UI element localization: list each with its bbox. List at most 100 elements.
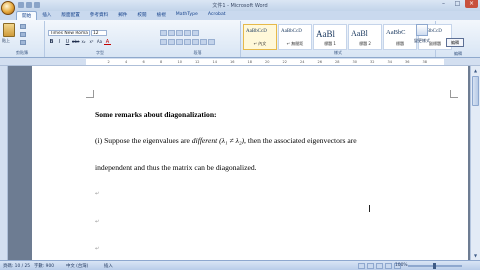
scroll-up-icon[interactable]: ▲ xyxy=(472,67,479,74)
text-run: , then the associated eigenvectors are xyxy=(244,136,357,145)
web-layout-icon[interactable] xyxy=(376,263,383,269)
tab-page-layout[interactable]: 版面配置 xyxy=(56,11,84,20)
doc-heading[interactable]: Some remarks about diagonalization: xyxy=(95,110,217,119)
tab-review[interactable]: 校閱 xyxy=(132,11,151,20)
bullets-icon[interactable] xyxy=(160,30,167,36)
ruler-tick-label: 8 xyxy=(160,60,163,64)
style-heading-1[interactable]: AaBl 標題 1 xyxy=(313,24,347,50)
multilevel-list-icon[interactable] xyxy=(176,30,183,36)
ruler-tick-label: 38 xyxy=(422,60,427,64)
vertical-scrollbar[interactable]: ▲ ▼ xyxy=(470,66,480,260)
title-bar: 文件1 - Microsoft Word – □ × xyxy=(0,0,480,11)
language-indicator[interactable]: 中文 (台灣) xyxy=(66,263,88,269)
ruler-tick-label: 30 xyxy=(352,60,357,64)
edit-group-label: 編輯 xyxy=(454,51,462,56)
crop-mark xyxy=(86,90,94,98)
bold-button[interactable]: B xyxy=(48,39,55,45)
ruler-tick-label: 36 xyxy=(405,60,410,64)
font-color-button[interactable]: A xyxy=(104,39,111,45)
tab-insert[interactable]: 插入 xyxy=(37,11,56,20)
insert-mode[interactable]: 插入 xyxy=(104,263,113,269)
doc-paragraph-1[interactable]: (i) Suppose the eigenvalues are differen… xyxy=(95,136,357,145)
horizontal-ruler[interactable]: 2 4 6 8 10 12 14 16 18 20 22 24 26 28 30 32 34 36 38 xyxy=(0,58,480,66)
cut-icon[interactable] xyxy=(20,24,26,29)
edit-tooltip[interactable]: 編輯 xyxy=(446,38,464,47)
superscript-button[interactable]: x² xyxy=(88,39,95,45)
italic-button[interactable]: I xyxy=(56,39,63,45)
line-spacing-icon[interactable] xyxy=(192,39,199,45)
style-normal[interactable]: AaBbCcD ↵ 內文 xyxy=(243,24,277,50)
style-name: 標題 2 xyxy=(359,41,371,46)
tab-references[interactable]: 參考資料 xyxy=(85,11,113,20)
office-button[interactable] xyxy=(1,1,15,15)
change-case-button[interactable]: Aa xyxy=(96,39,103,45)
style-heading-2[interactable]: AaBl 標題 2 xyxy=(348,24,382,50)
ruler-tick-label: 6 xyxy=(142,60,145,64)
print-layout-icon[interactable] xyxy=(358,263,365,269)
align-left-icon[interactable] xyxy=(160,39,167,45)
style-sample: AaBbCcD xyxy=(246,29,267,34)
format-painter-icon[interactable] xyxy=(20,40,26,45)
clipboard-group-label: 剪貼簿 xyxy=(16,50,28,55)
borders-icon[interactable] xyxy=(208,39,215,45)
document-page[interactable]: Some remarks about diagonalization: (i) … xyxy=(32,66,468,260)
page-count[interactable]: 頁碼: 10 / 25 xyxy=(3,263,30,269)
ruler-tick-label: 12 xyxy=(195,60,200,64)
ruler-tick-label: 34 xyxy=(387,60,392,64)
shading-icon[interactable] xyxy=(200,39,207,45)
style-no-spacing[interactable]: AaBbCcD ↵ 無間距 xyxy=(278,24,312,50)
tab-home[interactable]: 開始 xyxy=(16,11,38,20)
math-expression: (λ₁ ≠ λ₂) xyxy=(217,136,245,145)
full-screen-reading-icon[interactable] xyxy=(367,263,374,269)
ribbon: 貼上 剪貼簿 字型 Times New Roma 12 B I U abe x₂… xyxy=(0,20,480,58)
window-controls: – □ × xyxy=(437,0,478,8)
close-button[interactable]: × xyxy=(465,0,478,8)
style-sample: AaBl xyxy=(351,29,368,38)
window-title: 文件1 - Microsoft Word xyxy=(212,3,268,9)
mouse-cursor-icon xyxy=(369,205,370,212)
increase-indent-icon[interactable] xyxy=(192,30,199,36)
zoom-slider[interactable] xyxy=(408,263,462,269)
vertical-ruler[interactable] xyxy=(0,66,8,260)
ruler-tick-label: 14 xyxy=(212,60,217,64)
change-styles-icon xyxy=(416,24,428,36)
ruler-tick-label: 24 xyxy=(300,60,305,64)
align-center-icon[interactable] xyxy=(168,39,175,45)
ruler-tick-label: 18 xyxy=(247,60,252,64)
crop-mark xyxy=(450,90,458,98)
font-size-input[interactable]: 12 xyxy=(91,30,107,36)
ruler-tick-label: 16 xyxy=(230,60,235,64)
scroll-thumb[interactable] xyxy=(472,76,479,106)
copy-icon[interactable] xyxy=(20,32,26,37)
underline-button[interactable]: U xyxy=(64,39,71,45)
strikethrough-button[interactable]: abe xyxy=(72,39,79,45)
status-bar: 頁碼: 10 / 25 字數: 900 中文 (台灣) 插入 100% xyxy=(0,260,480,270)
paste-icon[interactable] xyxy=(3,23,15,37)
tab-mailings[interactable]: 郵件 xyxy=(113,11,132,20)
paste-label: 貼上 xyxy=(2,38,10,43)
justify-icon[interactable] xyxy=(184,39,191,45)
word-count[interactable]: 字數: 900 xyxy=(34,263,54,269)
ruler-tick-label: 10 xyxy=(177,60,182,64)
tab-view[interactable]: 檢視 xyxy=(152,11,171,20)
ruler-tick-label: 20 xyxy=(265,60,270,64)
scroll-down-icon[interactable]: ▼ xyxy=(472,252,479,259)
decrease-indent-icon[interactable] xyxy=(184,30,191,36)
outline-icon[interactable] xyxy=(385,263,392,269)
maximize-button[interactable]: □ xyxy=(451,0,464,8)
doc-paragraph-2[interactable]: independent and thus the matrix can be d… xyxy=(95,163,257,172)
minimize-button[interactable]: – xyxy=(437,0,450,8)
subscript-button[interactable]: x₂ xyxy=(80,39,87,45)
align-right-icon[interactable] xyxy=(176,39,183,45)
zoom-slider-knob[interactable] xyxy=(433,263,436,269)
style-name: ↵ 內文 xyxy=(253,41,267,46)
paragraph-mark: ↵ xyxy=(95,246,100,252)
tab-mathtype[interactable]: MathType xyxy=(171,11,203,20)
font-name-input[interactable]: Times New Roma xyxy=(48,30,90,36)
change-styles-label: 變更樣式 xyxy=(414,38,430,43)
change-styles-button[interactable]: 變更樣式 xyxy=(412,24,432,50)
numbering-icon[interactable] xyxy=(168,30,175,36)
paragraph-mark: ↵ xyxy=(95,219,100,225)
zoom-level[interactable]: 100% xyxy=(395,263,408,268)
tab-acrobat[interactable]: Acrobat xyxy=(203,11,231,20)
